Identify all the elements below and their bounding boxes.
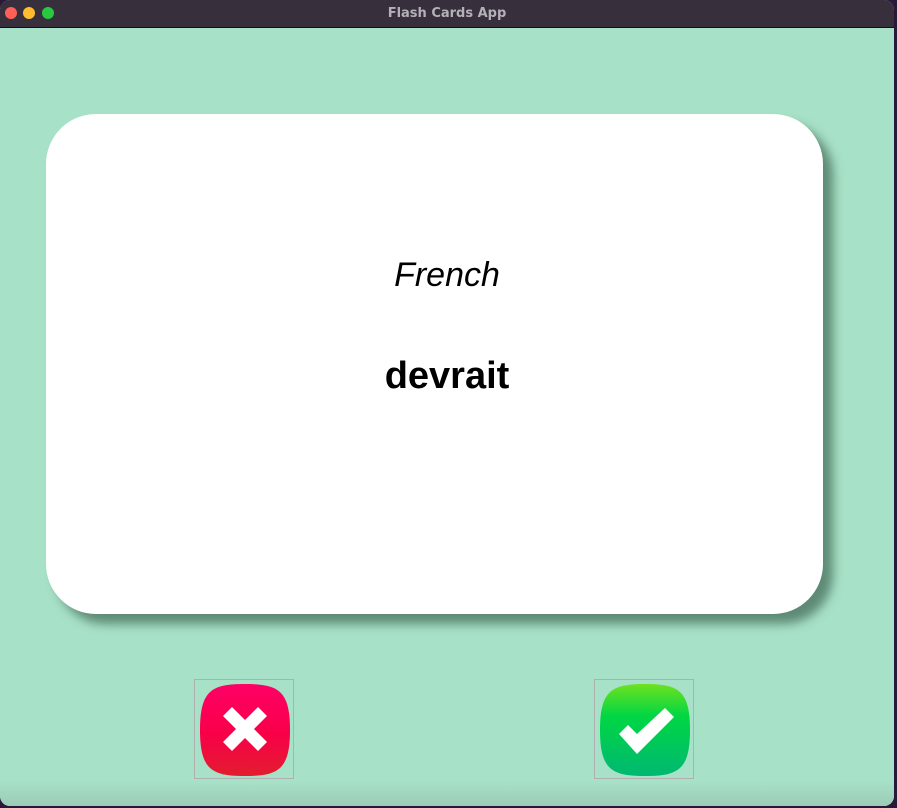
right-button[interactable] (594, 679, 694, 779)
window-title: Flash Cards App (387, 6, 507, 21)
checkmark-icon (600, 684, 690, 776)
card-word: devrait (384, 355, 510, 397)
bottom-edge (0, 781, 894, 806)
card-language: French (394, 256, 500, 294)
app-window: Flash Cards App French devrait (0, 0, 894, 806)
title-bar: Flash Cards App (0, 0, 894, 28)
cross-icon (200, 684, 290, 776)
wrong-button[interactable] (194, 679, 294, 779)
